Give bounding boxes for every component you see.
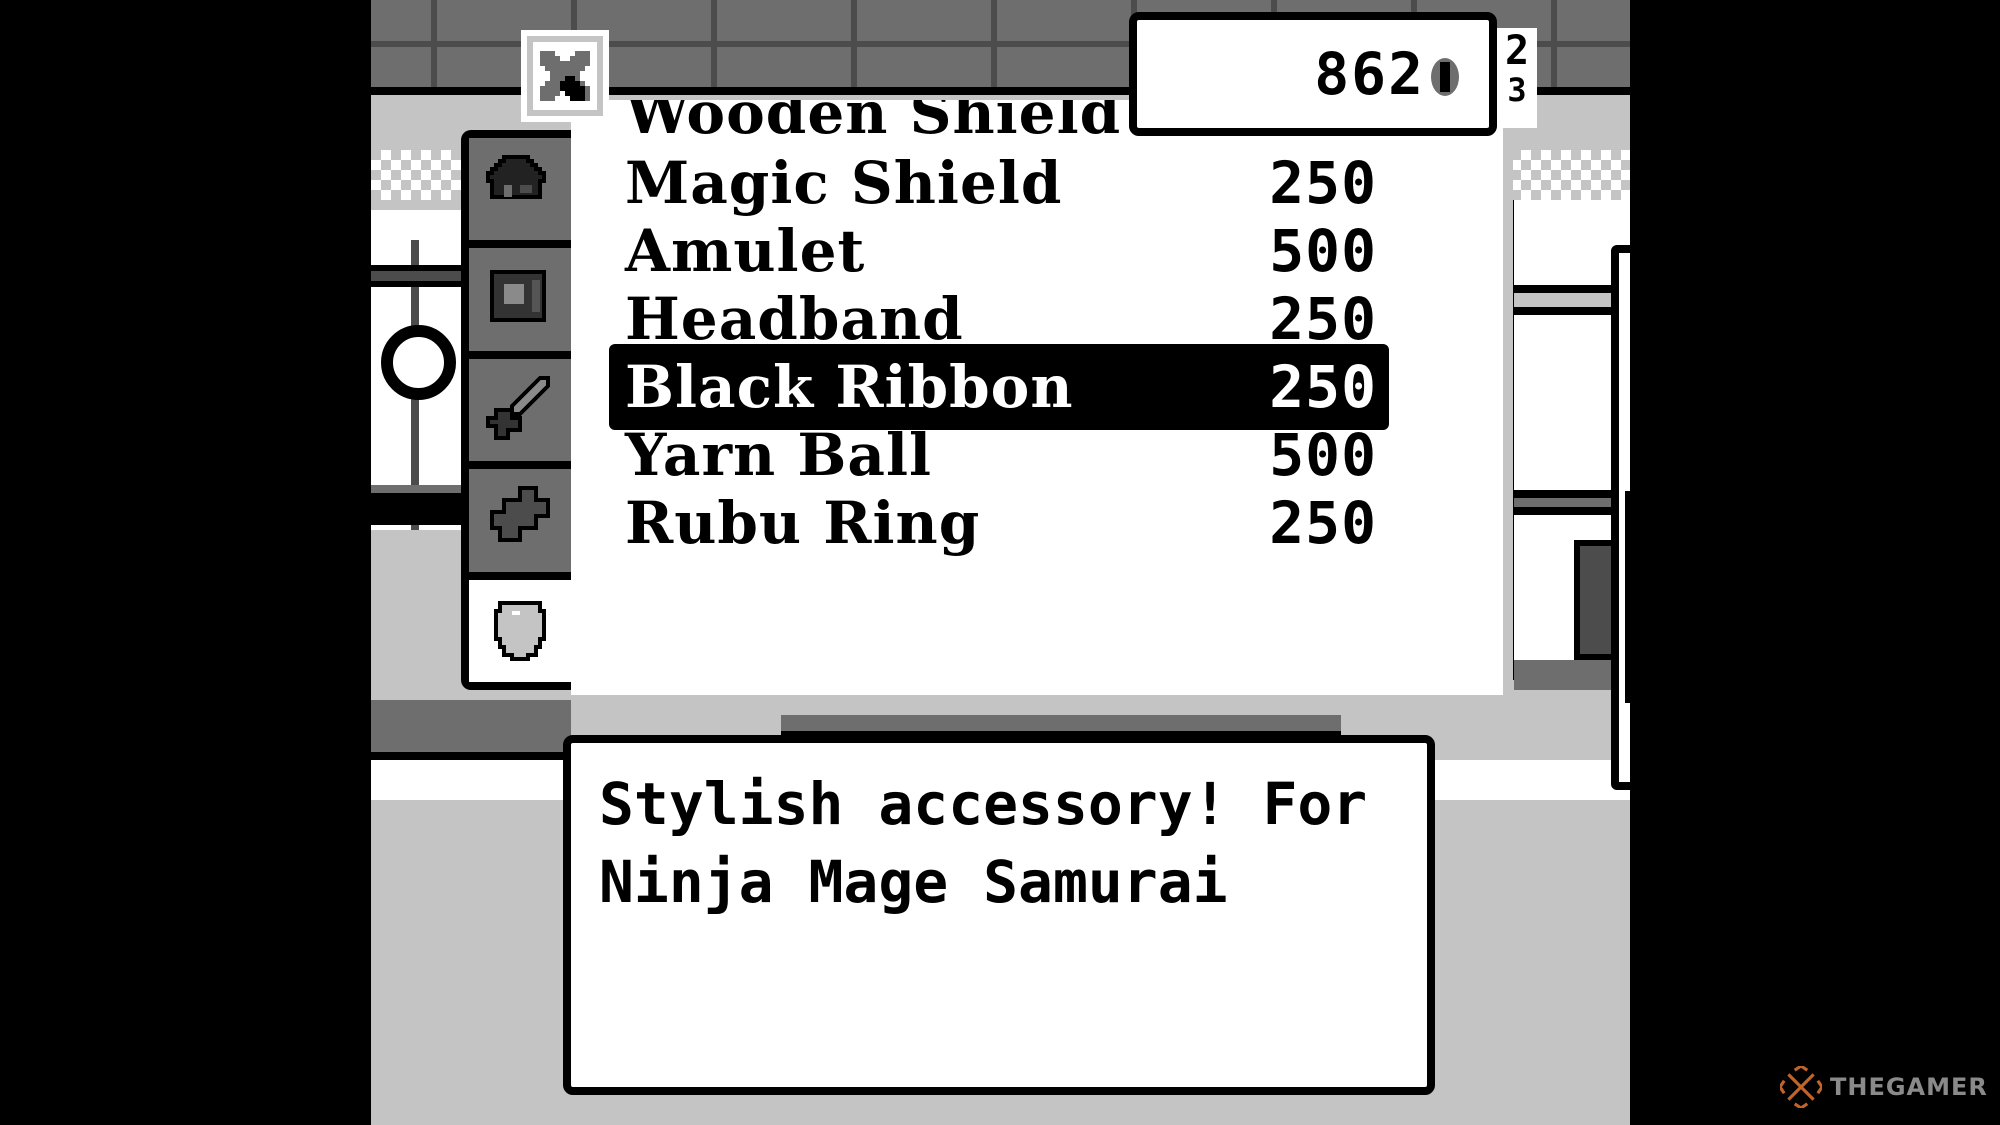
money-display: 862 bbox=[1129, 12, 1497, 136]
item-price: 500 bbox=[1269, 421, 1377, 489]
coin-icon bbox=[1431, 58, 1459, 96]
shield-icon bbox=[494, 600, 546, 661]
tab-accessories[interactable] bbox=[469, 579, 571, 683]
next-page: 3 bbox=[1507, 71, 1527, 109]
tab-items[interactable] bbox=[469, 469, 571, 572]
page-indicator: 2 3 bbox=[1497, 28, 1537, 128]
item-price: 250 bbox=[1269, 489, 1377, 557]
house-icon bbox=[486, 155, 546, 200]
item-name: Magic Shield bbox=[625, 149, 1063, 217]
close-button[interactable] bbox=[521, 30, 609, 122]
sword-icon bbox=[486, 376, 550, 441]
close-x-icon bbox=[540, 51, 590, 101]
gauntlet-icon bbox=[490, 486, 550, 543]
sign-ring bbox=[381, 325, 456, 400]
game-screen: Wooden Shield250Magic Shield250Amulet500… bbox=[371, 0, 1630, 1125]
counter-strip bbox=[781, 715, 1341, 737]
background-floor bbox=[371, 700, 571, 760]
tab-armor[interactable] bbox=[469, 248, 571, 351]
item-list-panel: Wooden Shield250Magic Shield250Amulet500… bbox=[571, 100, 1630, 790]
item-name: Yarn Ball bbox=[625, 421, 933, 489]
item-name: Black Ribbon bbox=[625, 353, 1074, 421]
item-price: 250 bbox=[1269, 353, 1377, 421]
money-amount: 862 bbox=[1314, 40, 1425, 108]
watermark: THEGAMER bbox=[1780, 1066, 1988, 1108]
watermark-label: THEGAMER bbox=[1830, 1073, 1988, 1101]
thegamer-logo-icon bbox=[1780, 1066, 1822, 1108]
item-list: Wooden Shield250Magic Shield250Amulet500… bbox=[609, 100, 1389, 695]
background-scenery-left bbox=[371, 210, 466, 710]
scroll-thumb[interactable] bbox=[1625, 491, 1630, 703]
item-row[interactable]: Rubu Ring 250 bbox=[609, 480, 1389, 566]
tab-house[interactable] bbox=[469, 138, 571, 241]
item-description: Stylish accessory! For Ninja Mage Samura… bbox=[599, 770, 1368, 916]
category-tabs bbox=[461, 130, 571, 690]
item-price: 250 bbox=[1269, 149, 1377, 217]
item-price: 500 bbox=[1269, 217, 1377, 285]
item-name: Rubu Ring bbox=[625, 489, 981, 557]
item-price: 250 bbox=[1269, 285, 1377, 353]
tab-weapon[interactable] bbox=[469, 358, 571, 462]
scrollbar[interactable] bbox=[1611, 245, 1630, 790]
armor-icon bbox=[490, 269, 546, 322]
item-name: Amulet bbox=[625, 217, 866, 285]
item-description-box: Stylish accessory! For Ninja Mage Samura… bbox=[563, 735, 1435, 1095]
current-page: 2 bbox=[1504, 28, 1530, 74]
item-name: Headband bbox=[625, 285, 964, 353]
